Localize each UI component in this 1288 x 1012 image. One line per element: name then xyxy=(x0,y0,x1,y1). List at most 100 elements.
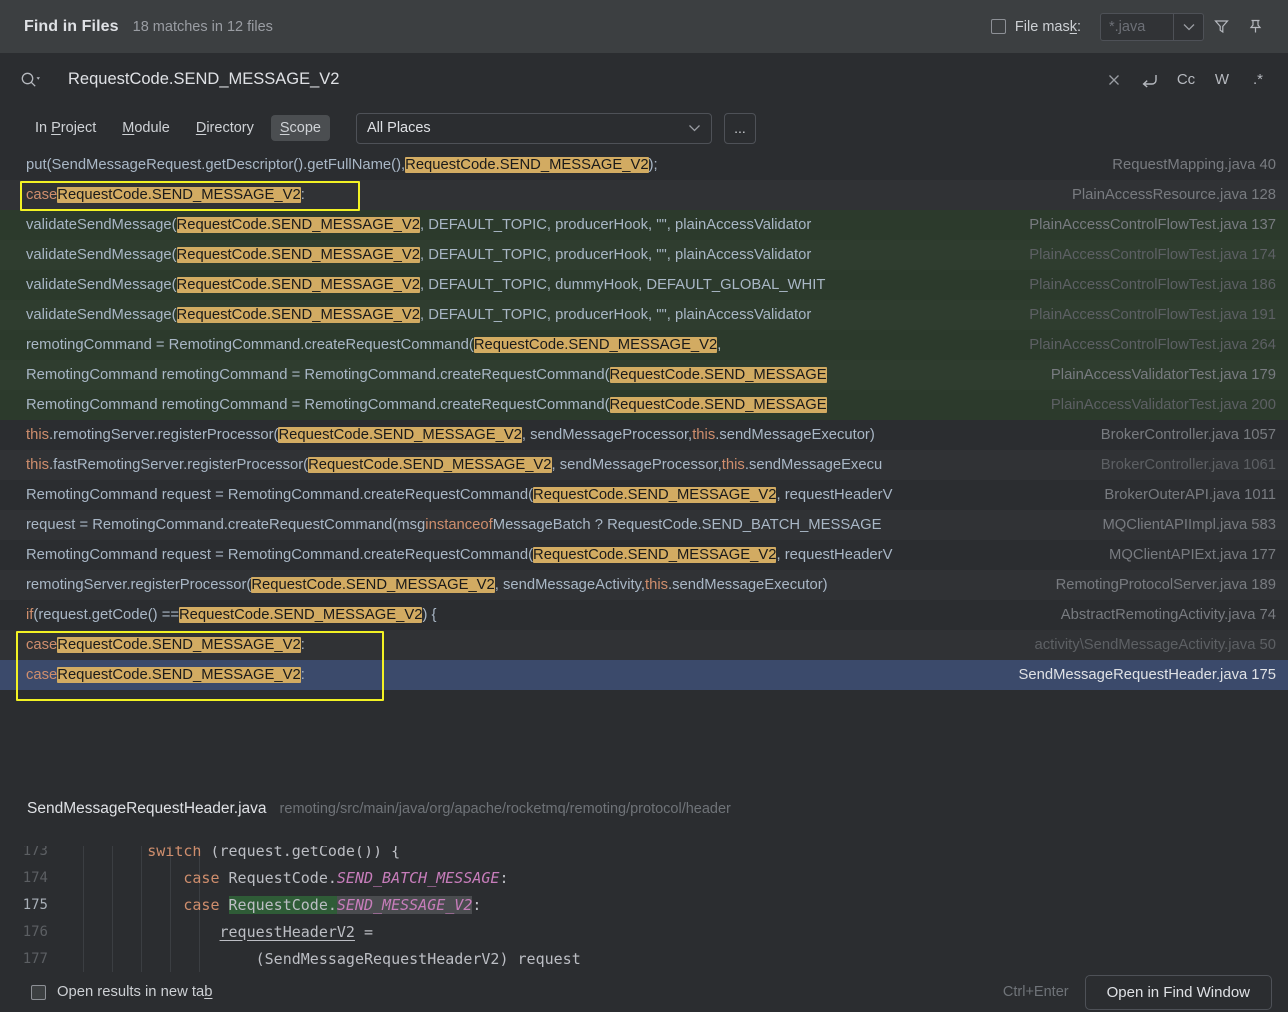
line-number: 176 xyxy=(22,923,48,940)
result-row-file: PlainAccessControlFlowTest.java 174 xyxy=(1029,247,1276,263)
file-mask-label: File mask: xyxy=(1014,18,1081,35)
match-summary: 18 matches in 12 files xyxy=(132,18,273,35)
code-line-text: (SendMessageRequestHeaderV2) request xyxy=(75,949,581,968)
result-row[interactable]: validateSendMessage(RequestCode.SEND_MES… xyxy=(0,240,1288,270)
result-row[interactable]: request = RemotingCommand.createRequestC… xyxy=(0,510,1288,540)
regex-toggle[interactable]: .* xyxy=(1242,65,1274,95)
match-case-toggle[interactable]: Cc xyxy=(1170,65,1202,95)
result-row-text: validateSendMessage(RequestCode.SEND_MES… xyxy=(26,277,826,293)
code-line-body: (SendMessageRequestHeaderV2) request xyxy=(57,945,1288,972)
result-row-text: validateSendMessage(RequestCode.SEND_MES… xyxy=(26,217,812,233)
scope-tab-module[interactable]: Module xyxy=(113,115,179,141)
places-select[interactable]: All Places xyxy=(356,112,712,144)
line-number: 175 xyxy=(22,896,48,913)
scope-tab-scope[interactable]: Scope xyxy=(270,115,330,141)
result-row-file: BrokerController.java 1061 xyxy=(1100,457,1276,473)
code-line: 175 case RequestCode.SEND_MESSAGE_V2: xyxy=(0,891,1288,918)
result-row-file: PlainAccessControlFlowTest.java 137 xyxy=(1029,217,1276,233)
result-row[interactable]: remotingServer.registerProcessor(Request… xyxy=(0,570,1288,600)
search-dropdown-icon[interactable] xyxy=(20,71,42,88)
result-row[interactable]: RemotingCommand request = RemotingComman… xyxy=(0,480,1288,510)
code-line: 173 switch (request.getCode()) { xyxy=(0,846,1288,864)
result-row[interactable]: put(SendMessageRequest.getDescriptor().g… xyxy=(0,150,1288,180)
result-row[interactable]: case RequestCode.SEND_MESSAGE_V2: SendMes… xyxy=(0,660,1288,690)
bottom-actions: Ctrl+Enter Open in Find Window xyxy=(1002,974,1288,1010)
search-field[interactable]: RequestCode.SEND_MESSAGE_V2 xyxy=(20,70,339,89)
file-mask-input[interactable]: *.java xyxy=(1101,14,1173,40)
result-row-text: validateSendMessage(RequestCode.SEND_MES… xyxy=(26,307,812,323)
result-match-highlight: RequestCode.SEND_MESSAGE_V2 xyxy=(179,607,423,623)
result-row-file: PlainAccessControlFlowTest.java 191 xyxy=(1029,307,1276,323)
result-match-highlight: RequestCode.SEND_MESSAGE_V2 xyxy=(176,247,420,263)
preview-pane: SendMessageRequestHeader.java remoting/s… xyxy=(0,800,1288,972)
result-row[interactable]: validateSendMessage(RequestCode.SEND_MES… xyxy=(0,270,1288,300)
result-row-text: validateSendMessage(RequestCode.SEND_MES… xyxy=(26,247,812,263)
code-line-body: case RequestCode.SEND_BATCH_MESSAGE: xyxy=(57,864,1288,891)
result-match-highlight: RequestCode.SEND_MESSAGE_V2 xyxy=(533,547,777,563)
code-line-body: case RequestCode.SEND_MESSAGE_V2: xyxy=(57,891,1288,918)
result-row-file: AbstractRemotingActivity.java 74 xyxy=(1060,607,1276,623)
search-input[interactable]: RequestCode.SEND_MESSAGE_V2 xyxy=(68,70,339,89)
filter-icon[interactable] xyxy=(1204,10,1238,44)
result-row[interactable]: this .fastRemotingServer.registerProcesso… xyxy=(0,450,1288,480)
result-row[interactable]: remotingCommand = RemotingCommand.create… xyxy=(0,330,1288,360)
result-row[interactable]: if (request.getCode() == RequestCode.SEN… xyxy=(0,600,1288,630)
result-match-highlight: RequestCode.SEND_MESSAGE xyxy=(609,397,827,413)
result-row-text: put(SendMessageRequest.getDescriptor().g… xyxy=(26,157,658,173)
result-row-file: SendMessageRequestHeader.java 175 xyxy=(1018,667,1276,683)
result-match-highlight: RequestCode.SEND_MESSAGE_V2 xyxy=(57,667,301,683)
file-mask-checkbox[interactable] xyxy=(990,19,1006,34)
results-list[interactable]: put(SendMessageRequest.getDescriptor().g… xyxy=(0,150,1288,762)
result-row-text: RemotingCommand remotingCommand = Remoti… xyxy=(26,397,827,413)
result-row-text: RemotingCommand request = RemotingComman… xyxy=(26,487,893,503)
code-line-body: switch (request.getCode()) { xyxy=(57,846,1288,864)
result-row[interactable]: validateSendMessage(RequestCode.SEND_MES… xyxy=(0,300,1288,330)
scope-row: In Project Module Directory Scope All Pl… xyxy=(0,106,1288,150)
result-row[interactable]: validateSendMessage(RequestCode.SEND_MES… xyxy=(0,210,1288,240)
preview-code[interactable]: 173 switch (request.getCode()) {174 case… xyxy=(0,846,1288,972)
open-results-new-tab-label: Open results in new tab xyxy=(57,984,213,1000)
file-mask-group: File mask: *.java xyxy=(990,12,1204,41)
result-match-highlight: RequestCode.SEND_MESSAGE_V2 xyxy=(251,577,495,593)
result-row[interactable]: RemotingCommand request = RemotingComman… xyxy=(0,540,1288,570)
result-row-file: activity\SendMessageActivity.java 50 xyxy=(1034,637,1276,653)
result-row[interactable]: this .remotingServer.registerProcessor(Re… xyxy=(0,420,1288,450)
result-row[interactable]: RemotingCommand remotingCommand = Remoti… xyxy=(0,390,1288,420)
pin-icon[interactable] xyxy=(1238,10,1272,44)
close-icon[interactable] xyxy=(1098,65,1130,95)
result-match-highlight: RequestCode.SEND_MESSAGE_V2 xyxy=(473,337,718,353)
result-row-file: PlainAccessControlFlowTest.java 264 xyxy=(1029,337,1276,353)
places-selected-value: All Places xyxy=(367,120,431,136)
result-row[interactable]: case RequestCode.SEND_MESSAGE_V2: PlainAc… xyxy=(0,180,1288,210)
scope-tab-directory[interactable]: Directory xyxy=(187,115,263,141)
chevron-down-icon[interactable] xyxy=(1173,13,1203,40)
more-options-button[interactable]: ... xyxy=(724,112,756,144)
words-toggle[interactable]: W xyxy=(1206,65,1238,95)
open-new-tab-group[interactable]: Open results in new tab xyxy=(31,984,212,1000)
file-mask-combo[interactable]: *.java xyxy=(1100,12,1204,41)
search-row: RequestCode.SEND_MESSAGE_V2 Cc W .* xyxy=(0,53,1288,106)
bottom-bar: Open results in new tab Ctrl+Enter Open … xyxy=(0,972,1288,1012)
result-row-text: case RequestCode.SEND_MESSAGE_V2: xyxy=(26,667,305,683)
result-row[interactable]: RemotingCommand remotingCommand = Remoti… xyxy=(0,360,1288,390)
result-row[interactable]: case RequestCode.SEND_MESSAGE_V2: activit… xyxy=(0,630,1288,660)
open-in-find-window-button[interactable]: Open in Find Window xyxy=(1084,974,1272,1010)
new-line-icon[interactable] xyxy=(1134,65,1166,95)
result-match-highlight: RequestCode.SEND_MESSAGE_V2 xyxy=(308,457,552,473)
result-match-highlight: RequestCode.SEND_MESSAGE_V2 xyxy=(278,427,522,443)
result-row-text: remotingServer.registerProcessor(Request… xyxy=(26,577,828,593)
shortcut-hint: Ctrl+Enter xyxy=(1002,984,1069,1000)
result-match-highlight: RequestCode.SEND_MESSAGE_V2 xyxy=(405,157,649,173)
titlebar: Find in Files 18 matches in 12 files Fil… xyxy=(0,0,1288,53)
code-line-text: case RequestCode.SEND_MESSAGE_V2: xyxy=(183,895,482,914)
result-match-highlight: RequestCode.SEND_MESSAGE_V2 xyxy=(57,637,301,653)
result-match-highlight: RequestCode.SEND_MESSAGE_V2 xyxy=(533,487,777,503)
result-match-highlight: RequestCode.SEND_MESSAGE_V2 xyxy=(176,307,420,323)
scope-tab-in-project[interactable]: In Project xyxy=(26,115,105,141)
result-match-highlight: RequestCode.SEND_MESSAGE_V2 xyxy=(176,277,420,293)
result-row-file: MQClientAPIImpl.java 583 xyxy=(1102,517,1276,533)
result-row-text: case RequestCode.SEND_MESSAGE_V2: xyxy=(26,637,305,653)
result-match-highlight: RequestCode.SEND_MESSAGE_V2 xyxy=(57,187,301,203)
open-results-new-tab-checkbox[interactable] xyxy=(31,984,46,1000)
chevron-down-icon[interactable] xyxy=(688,124,701,132)
